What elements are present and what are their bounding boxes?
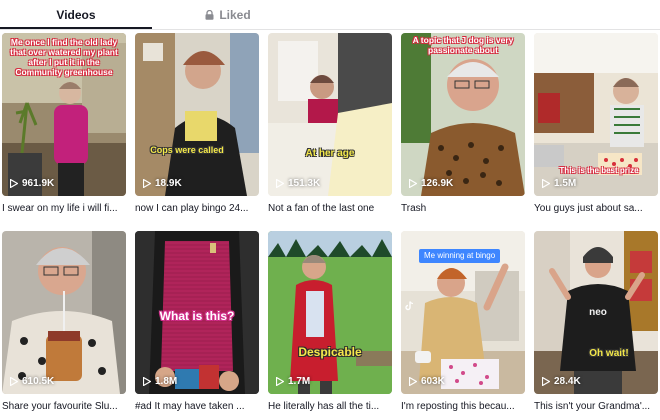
play-icon <box>276 377 284 386</box>
view-count-value: 961.9K <box>22 178 55 189</box>
video-title[interactable]: now I can play bingo 24... <box>135 203 259 215</box>
video-caption: Me once I find the old lady that over wa… <box>10 37 118 77</box>
video-thumbnail[interactable]: 610.5K <box>2 231 126 394</box>
thumbnail-image <box>268 231 392 394</box>
view-count: 151.3K <box>276 178 320 189</box>
play-icon <box>10 377 18 386</box>
video-title[interactable]: Trash <box>401 203 525 215</box>
video-thumbnail[interactable]: Despicable 1.7M <box>268 231 392 394</box>
video-card[interactable]: 610.5K Share your favourite Slu... <box>2 231 126 413</box>
view-count: 603K <box>409 376 445 387</box>
tiktok-logo-icon <box>405 301 414 311</box>
video-title[interactable]: I swear on my life i will fi... <box>2 203 126 215</box>
profile-tabs: Videos Liked <box>0 0 660 30</box>
video-caption: Me winning at bingo <box>419 249 501 263</box>
video-title[interactable]: He literally has all the ti... <box>268 401 392 413</box>
lock-icon <box>205 10 214 20</box>
view-count: 18.9K <box>143 178 182 189</box>
view-count-value: 1.5M <box>554 178 577 189</box>
tab-divider <box>0 29 660 30</box>
video-thumbnail[interactable]: Cops were called 18.9K <box>135 33 259 196</box>
video-card[interactable]: Despicable 1.7M He literally has all the… <box>268 231 392 413</box>
svg-text:neo: neo <box>589 307 607 318</box>
video-card[interactable]: This is the best prize 1.5M You guys jus… <box>534 33 658 215</box>
play-icon <box>542 377 550 386</box>
video-card[interactable]: neo Oh wait! 28.4K This isn't your Grand… <box>534 231 658 413</box>
video-title[interactable]: Share your favourite Slu... <box>2 401 126 413</box>
video-caption: A topic that J dog is very passionate ab… <box>412 35 514 55</box>
view-count-value: 1.7M <box>288 376 311 387</box>
view-count: 1.5M <box>542 178 576 189</box>
view-count-value: 603K <box>421 376 445 387</box>
video-caption: Cops were called <box>150 145 224 155</box>
video-thumbnail[interactable]: At her age 151.3K <box>268 33 392 196</box>
view-count: 126.9K <box>409 178 453 189</box>
thumbnail-image: neo <box>534 231 658 394</box>
video-thumbnail[interactable]: neo Oh wait! 28.4K <box>534 231 658 394</box>
tab-liked[interactable]: Liked <box>152 0 304 30</box>
video-caption: This is the best prize <box>559 166 639 175</box>
video-card[interactable]: At her age 151.3K Not a fan of the last … <box>268 33 392 215</box>
view-count-value: 151.3K <box>288 178 321 189</box>
video-thumbnail[interactable]: This is the best prize 1.5M <box>534 33 658 196</box>
view-count: 961.9K <box>10 178 54 189</box>
play-icon <box>143 179 151 188</box>
video-thumbnail[interactable]: Me once I find the old lady that over wa… <box>2 33 126 196</box>
video-caption: What is this? <box>159 309 235 323</box>
video-title[interactable]: I'm reposting this becau... <box>401 401 525 413</box>
play-icon <box>10 179 18 188</box>
view-count-value: 610.5K <box>22 376 55 387</box>
play-icon <box>143 377 151 386</box>
play-icon <box>409 377 417 386</box>
thumbnail-image <box>2 231 126 394</box>
video-caption: At her age <box>305 148 355 159</box>
tab-liked-label: Liked <box>219 8 251 22</box>
play-icon <box>542 179 550 188</box>
view-count-value: 18.9K <box>155 178 182 189</box>
play-icon <box>409 179 417 188</box>
tab-videos-label: Videos <box>56 8 96 22</box>
thumbnail-image <box>268 33 392 196</box>
play-icon <box>276 179 284 188</box>
video-card[interactable]: Cops were called 18.9K now I can play bi… <box>135 33 259 215</box>
video-thumbnail[interactable]: A topic that J dog is very passionate ab… <box>401 33 525 196</box>
video-thumbnail[interactable]: Me winning at bingo 603K <box>401 231 525 394</box>
view-count: 1.8M <box>143 376 177 387</box>
view-count: 28.4K <box>542 376 581 387</box>
video-title[interactable]: This isn't your Grandma'... <box>534 401 658 413</box>
video-card[interactable]: A topic that J dog is very passionate ab… <box>401 33 525 215</box>
view-count: 610.5K <box>10 376 54 387</box>
video-card[interactable]: Me winning at bingo 603K I'm reposting t… <box>401 231 525 413</box>
video-caption: Oh wait! <box>589 348 629 359</box>
view-count: 1.7M <box>276 376 310 387</box>
video-title[interactable]: #ad It may have taken ... <box>135 401 259 413</box>
view-count-value: 28.4K <box>554 376 581 387</box>
view-count-value: 1.8M <box>155 376 178 387</box>
thumbnail-image <box>135 33 259 196</box>
video-title[interactable]: You guys just about sa... <box>534 203 658 215</box>
video-title[interactable]: Not a fan of the last one <box>268 203 392 215</box>
tab-videos[interactable]: Videos <box>0 0 152 30</box>
video-thumbnail[interactable]: What is this? 1.8M <box>135 231 259 394</box>
view-count-value: 126.9K <box>421 178 454 189</box>
thumbnail-image <box>401 33 525 196</box>
video-caption: Despicable <box>298 345 362 359</box>
video-card[interactable]: Me once I find the old lady that over wa… <box>2 33 126 215</box>
video-card[interactable]: What is this? 1.8M #ad It may have taken… <box>135 231 259 413</box>
